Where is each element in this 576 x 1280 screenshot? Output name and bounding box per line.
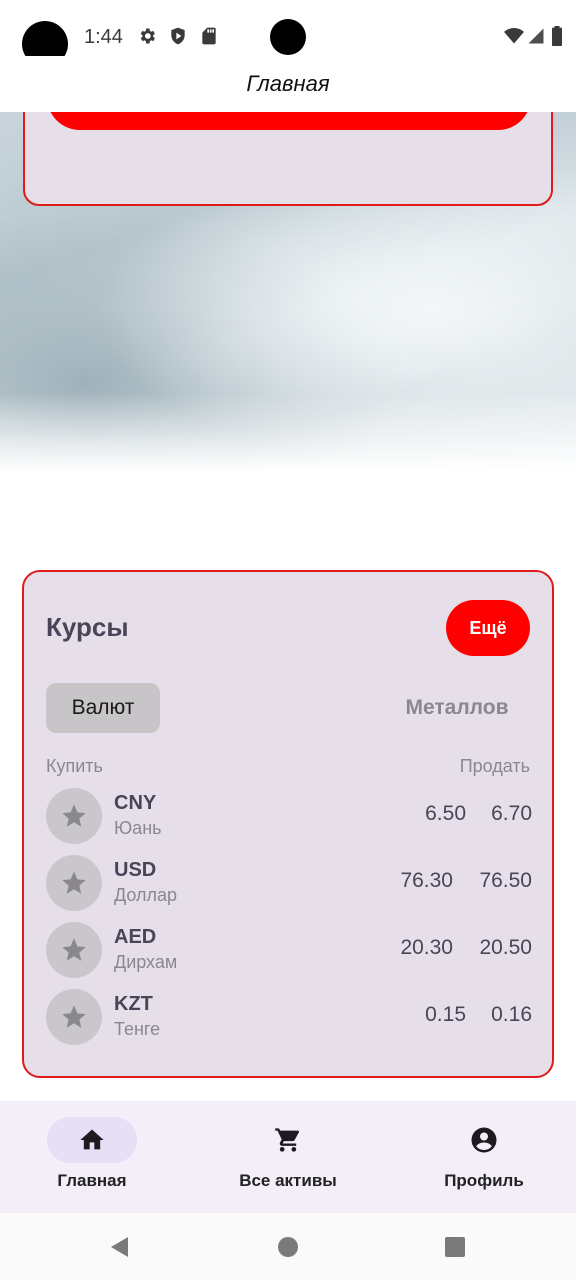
back-icon[interactable] xyxy=(108,1235,132,1259)
rates-title: Курсы xyxy=(46,612,129,642)
status-time: 1:44 xyxy=(84,26,123,48)
nav-item-home[interactable]: Главная xyxy=(0,1101,184,1213)
tab-metals[interactable]: Металлов xyxy=(382,683,532,733)
signal-icon xyxy=(528,28,544,44)
sell-rate: 20.50 xyxy=(479,936,532,959)
cart-icon xyxy=(275,1128,300,1152)
sell-rate: 76.50 xyxy=(479,869,532,892)
rate-row-aed: AED Дирхам 20.30 20.50 xyxy=(46,922,532,980)
currency-code: CNY xyxy=(114,792,157,814)
sd-card-icon xyxy=(202,27,216,45)
currency-name: Юань xyxy=(114,818,162,838)
nav-label-home: Главная xyxy=(57,1171,127,1190)
favorite-button[interactable] xyxy=(46,922,102,978)
gear-icon xyxy=(140,28,155,44)
wifi-icon xyxy=(504,28,524,44)
sell-column-header: Продать xyxy=(459,756,530,776)
battery-icon xyxy=(552,26,562,46)
nav-item-all-assets[interactable]: Все активы xyxy=(184,1101,392,1213)
buy-rate: 6.50 xyxy=(425,802,466,825)
star-icon xyxy=(62,871,86,894)
nav-item-profile[interactable]: Профиль xyxy=(392,1101,576,1213)
camera-cutout-center xyxy=(270,19,306,55)
favorite-button[interactable] xyxy=(46,855,102,911)
currency-code: KZT xyxy=(114,993,153,1015)
currency-code: USD xyxy=(114,859,157,881)
buy-rate: 0.15 xyxy=(425,1003,466,1026)
star-icon xyxy=(62,938,86,961)
sell-rate: 0.16 xyxy=(491,1003,532,1026)
rate-row-cny: CNY Юань 6.50 6.70 xyxy=(46,788,532,846)
sell-rate: 6.70 xyxy=(491,802,532,825)
favorite-button[interactable] xyxy=(46,788,102,844)
buy-rate: 20.30 xyxy=(400,936,453,959)
nav-icon-container xyxy=(243,1117,333,1163)
currency-name: Тенге xyxy=(114,1019,161,1039)
rate-row-kzt: KZT Тенге 0.15 0.16 xyxy=(46,989,532,1047)
currency-name: Дирхам xyxy=(114,952,178,972)
nav-label-all-assets: Все активы xyxy=(239,1171,337,1190)
shield-play-icon xyxy=(171,27,185,45)
favorite-button[interactable] xyxy=(46,989,102,1045)
recents-icon[interactable] xyxy=(443,1235,467,1259)
home-circle-icon[interactable] xyxy=(276,1235,300,1259)
rate-row-usd: USD Доллар 76.30 76.50 xyxy=(46,855,532,913)
page-title: Главная xyxy=(246,71,330,96)
account-circle-icon xyxy=(471,1127,497,1153)
currency-name: Доллар xyxy=(114,885,178,905)
buy-rate: 76.30 xyxy=(400,869,453,892)
currency-code: AED xyxy=(114,926,157,948)
star-icon xyxy=(62,804,86,827)
tab-currency[interactable]: Валют xyxy=(46,683,160,733)
more-button[interactable]: Ещё xyxy=(446,600,530,656)
bottom-navigation: Главная Все активы Профиль xyxy=(0,1101,576,1213)
app-bar: Главная xyxy=(0,56,576,112)
star-icon xyxy=(62,1005,86,1028)
nav-active-indicator xyxy=(47,1117,137,1163)
home-icon xyxy=(80,1129,104,1150)
rates-card: Курсы Ещё Валют Металлов Купить Продать … xyxy=(22,570,554,1078)
buy-column-header: Купить xyxy=(46,756,103,776)
system-navigation-bar xyxy=(0,1213,576,1280)
nav-label-profile: Профиль xyxy=(444,1171,524,1190)
nav-icon-container xyxy=(439,1117,529,1163)
